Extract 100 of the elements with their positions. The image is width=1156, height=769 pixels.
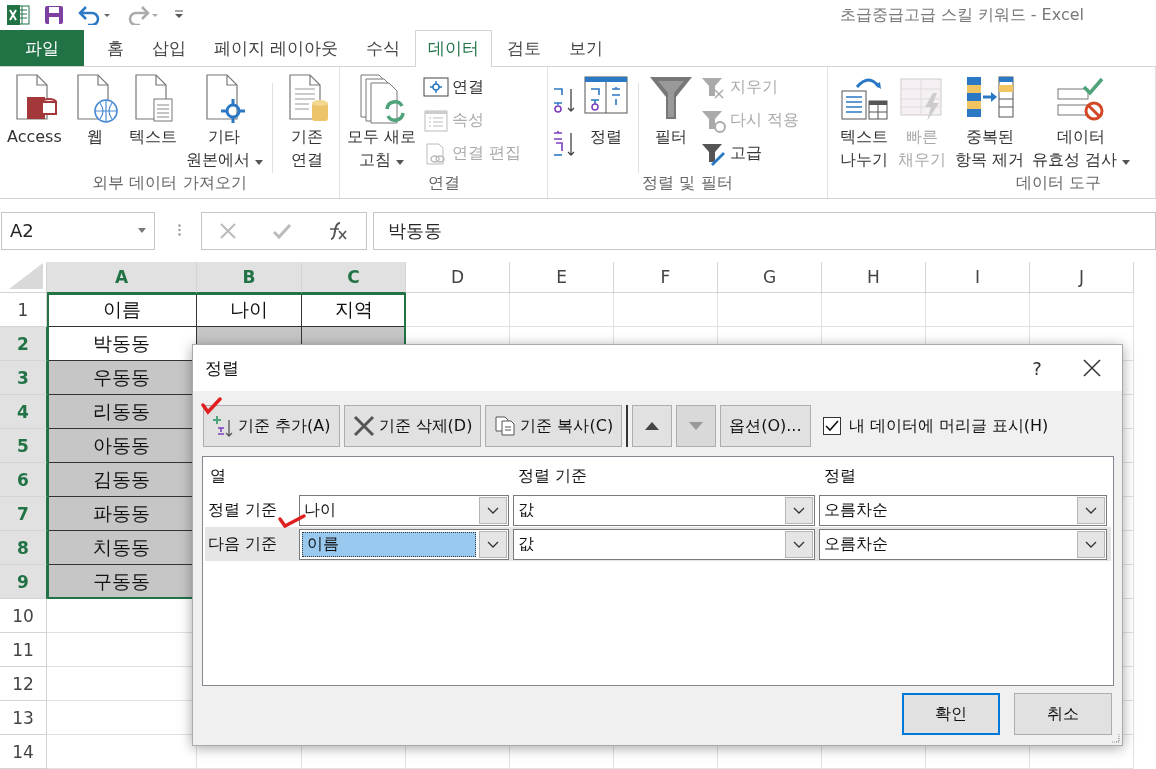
ribbon-button[interactable]: 웹 <box>66 70 123 150</box>
dropdown-button[interactable] <box>479 530 507 558</box>
column-header[interactable]: E <box>510 262 614 293</box>
name-box[interactable]: A2 <box>1 211 155 250</box>
dropdown-field[interactable]: 나이 <box>299 494 509 526</box>
column-header[interactable]: D <box>406 262 510 293</box>
connection-icon <box>423 76 450 99</box>
copy-level-button[interactable]: 기준 복사(C) <box>485 405 623 447</box>
column-header[interactable]: A <box>47 262 197 293</box>
save-icon[interactable] <box>44 5 64 26</box>
group-label: 연결 <box>427 172 460 194</box>
column-header[interactable]: H <box>822 262 926 293</box>
ribbon-button[interactable]: 고급 <box>699 138 802 169</box>
add-level-button[interactable]: 기준 추가(A) <box>203 405 340 447</box>
annotation-check-icon <box>277 513 307 529</box>
ribbon-tab[interactable]: 데이터 <box>415 29 493 67</box>
dropdown-field[interactable]: 이름 <box>299 528 509 560</box>
row-header[interactable]: 7 <box>0 497 47 531</box>
more-icon <box>177 223 181 236</box>
ribbon-button[interactable]: 모두 새로 고침 <box>344 70 420 173</box>
chevron-down-icon <box>487 540 499 548</box>
annotation-check-icon <box>201 397 223 415</box>
ribbon-button[interactable]: 데이터 유효성 검사 <box>1029 70 1134 173</box>
level-label: 다음 기준 <box>207 533 279 555</box>
ribbon-button[interactable]: 텍스트 나누기 <box>836 70 892 173</box>
chevron-down-icon <box>793 506 805 514</box>
row-header[interactable]: 12 <box>0 667 47 701</box>
customize-menu-icon[interactable] <box>174 10 184 21</box>
column-header[interactable]: F <box>614 262 718 293</box>
redo-icon[interactable] <box>126 5 160 26</box>
reapply-filter-icon <box>701 108 727 133</box>
column-header[interactable]: I <box>926 262 1030 293</box>
properties-icon <box>423 109 450 132</box>
ribbon-button[interactable]: 중복된 항목 제거 <box>952 70 1028 173</box>
row-header[interactable]: 14 <box>0 735 47 769</box>
table-cell: 나이 <box>197 293 302 327</box>
row-header[interactable]: 11 <box>0 633 47 667</box>
ribbon-button[interactable]: 텍스트 <box>124 70 181 150</box>
row-header[interactable]: 10 <box>0 599 47 633</box>
cancel-icon[interactable] <box>219 221 238 240</box>
resize-grip-icon[interactable] <box>1110 733 1120 743</box>
formula-input[interactable]: 박동동 <box>373 211 1156 250</box>
help-button[interactable]: ? <box>1012 356 1062 380</box>
chevron-down-icon <box>1085 506 1097 514</box>
chevron-down-icon <box>487 506 499 514</box>
level-label: 정렬 기준 <box>207 499 279 521</box>
group-label: 데이터 도구 <box>1015 172 1101 194</box>
row-header[interactable]: 2 <box>0 327 47 361</box>
row-header[interactable]: 4 <box>0 395 47 429</box>
sort-level-row[interactable]: 정렬 기준 나이 값 오름차순 <box>205 493 1111 527</box>
chevron-down-icon <box>1085 540 1097 548</box>
dropdown-button[interactable] <box>785 530 813 558</box>
column-header[interactable]: J <box>1030 262 1134 293</box>
checkbox[interactable] <box>822 417 841 435</box>
row-header[interactable]: 1 <box>0 293 47 327</box>
options-button[interactable]: 옵션(O)... <box>720 405 811 447</box>
dropdown-button[interactable] <box>785 496 813 524</box>
dropdown-button[interactable] <box>479 496 507 524</box>
file-tab[interactable]: 파일 <box>0 29 84 66</box>
chevron-down-icon <box>793 540 805 548</box>
delete-level-button[interactable]: 기준 삭제(D) <box>343 405 482 447</box>
dropdown-field[interactable]: 값 <box>513 528 815 560</box>
table-cell: 박동동 <box>47 327 197 361</box>
row-header[interactable]: 5 <box>0 429 47 463</box>
group-label: 외부 데이터 가져오기 <box>92 172 247 194</box>
ribbon-button[interactable]: 연결 <box>421 72 524 103</box>
column-header[interactable]: B <box>197 262 302 293</box>
dropdown-button[interactable] <box>1077 530 1105 558</box>
row-header[interactable]: 9 <box>0 565 47 599</box>
dropdown-field[interactable]: 오름차순 <box>819 494 1107 526</box>
row-header[interactable]: 13 <box>0 701 47 735</box>
dropdown-field[interactable]: 오름차순 <box>819 528 1107 560</box>
row-header[interactable]: 3 <box>0 361 47 395</box>
enter-check-icon[interactable] <box>272 221 292 240</box>
move-up-button[interactable] <box>632 405 673 447</box>
dropdown-field[interactable]: 값 <box>513 494 815 526</box>
undo-icon[interactable] <box>78 5 112 26</box>
ribbon-button[interactable]: 필터 <box>645 70 697 150</box>
dialog-title: 정렬 <box>205 356 240 380</box>
window-title: 초급중급고급 스킬 키워드 - Excel <box>839 4 1084 26</box>
column-heading: 정렬 <box>824 465 856 487</box>
table-cell: 이름 <box>47 293 197 327</box>
ok-button[interactable]: 확인 <box>902 693 1000 735</box>
cancel-button[interactable]: 취소 <box>1014 693 1112 735</box>
ribbon-button[interactable]: Access <box>4 70 65 150</box>
ribbon-button[interactable]: 기존 연결 <box>278 70 335 173</box>
column-heading: 정렬 기준 <box>518 465 588 487</box>
delete-icon <box>352 415 375 437</box>
dropdown-button[interactable] <box>1077 496 1105 524</box>
add-level-icon <box>212 414 234 438</box>
column-header[interactable]: C <box>302 262 406 293</box>
column-header[interactable]: G <box>718 262 822 293</box>
checkbox-label: 내 데이터에 머리글 표시(H) <box>848 415 1049 437</box>
row-header[interactable]: 6 <box>0 463 47 497</box>
advanced-filter-icon <box>701 141 727 166</box>
ribbon-button[interactable]: 정렬 <box>580 70 632 150</box>
group-label: 정렬 및 필터 <box>642 172 733 194</box>
ribbon-button[interactable]: 기타 원본에서 <box>182 70 266 173</box>
row-header[interactable]: 8 <box>0 531 47 565</box>
sort-level-row[interactable]: 다음 기준 이름 값 오름차순 <box>205 527 1111 561</box>
